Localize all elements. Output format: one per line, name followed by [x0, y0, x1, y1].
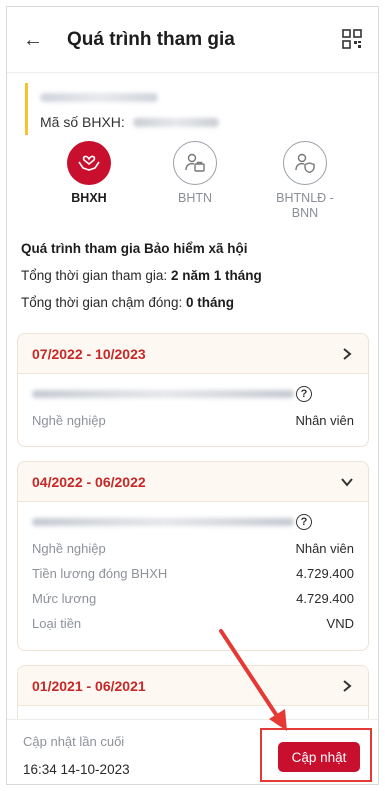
detail-value: VND	[326, 616, 354, 631]
detail-label: Nghề nghiệp	[32, 541, 106, 556]
total-time-value: 2 năm 1 tháng	[170, 268, 262, 283]
user-name-redacted	[40, 93, 158, 102]
person-briefcase-icon	[173, 141, 217, 185]
insurance-type-tabs: BHXH BHTN BHTNLĐ -BNN	[7, 141, 378, 233]
participation-summary: Quá trình tham gia Bảo hiểm xã hội Tổng …	[21, 241, 371, 310]
period-card-header[interactable]: 07/2022 - 10/2023	[18, 334, 368, 374]
chevron-down-icon[interactable]	[340, 475, 354, 489]
total-time-row: Tổng thời gian tham gia: 2 năm 1 tháng	[21, 268, 371, 283]
total-time-label: Tổng thời gian tham gia:	[21, 268, 168, 283]
detail-value: Nhân viên	[295, 413, 354, 428]
period-card-header[interactable]: 01/2021 - 06/2021	[18, 666, 368, 706]
chevron-right-icon[interactable]	[340, 347, 354, 361]
period-card-header[interactable]: 04/2022 - 06/2022	[18, 462, 368, 502]
company-row: ?	[32, 384, 354, 404]
back-arrow-icon[interactable]: ←	[23, 30, 45, 50]
help-circle-icon[interactable]: ?	[296, 514, 312, 530]
period-range: 01/2021 - 06/2021	[32, 677, 146, 694]
bhxh-number-label: Mã số BHXH:	[40, 114, 125, 130]
bhxh-number-row: Mã số BHXH:	[40, 114, 365, 130]
detail-label: Loại tiền	[32, 616, 82, 631]
summary-heading: Quá trình tham gia Bảo hiểm xã hội	[21, 241, 248, 256]
person-shield-icon	[283, 141, 327, 185]
detail-value: Nhân viên	[295, 541, 354, 556]
company-row: ?	[32, 512, 354, 532]
detail-row: Nghề nghiệp Nhân viên	[32, 413, 354, 429]
period-card: 01/2021 - 06/2021	[17, 665, 369, 725]
detail-row: Loại tiền VND	[32, 616, 354, 632]
period-range: 04/2022 - 06/2022	[32, 473, 146, 490]
tab-label: BHXH	[71, 191, 107, 205]
qr-code-icon[interactable]	[342, 29, 362, 49]
detail-row: Mức lương 4.729.400	[32, 591, 354, 607]
last-update-time: 16:34 14-10-2023	[23, 762, 130, 777]
tab-label: BHTN	[177, 191, 213, 205]
late-time-row: Tổng thời gian chậm đóng: 0 tháng	[21, 295, 371, 310]
detail-label: Tiền lương đóng BHXH	[32, 566, 168, 581]
late-time-label: Tổng thời gian chậm đóng:	[21, 295, 183, 310]
page-title: Quá trình tham gia	[67, 28, 235, 50]
bhxh-number-redacted	[132, 117, 219, 127]
period-card: 04/2022 - 06/2022 ? Nghề nghiệp Nhân viê…	[17, 461, 369, 651]
user-info: Mã số BHXH:	[25, 83, 365, 135]
hands-heart-icon	[67, 141, 111, 185]
period-card: 07/2022 - 10/2023 ? Nghề nghiệp Nhân viê…	[17, 333, 369, 447]
last-update-label: Cập nhật lần cuối	[23, 734, 125, 749]
detail-value: 4.729.400	[296, 591, 354, 606]
period-card-body: ? Nghề nghiệp Nhân viên	[18, 374, 368, 429]
detail-label: Nghề nghiệp	[32, 413, 106, 428]
app-screen: ← Quá trình tham gia Mã số BHXH: BHXH BH…	[6, 6, 379, 785]
period-card-body: ? Nghề nghiệp Nhân viên Tiền lương đóng …	[18, 502, 368, 632]
tab-bhtn[interactable]: BHTN	[147, 141, 243, 206]
chevron-right-icon[interactable]	[340, 679, 354, 693]
top-app-bar: ← Quá trình tham gia	[7, 7, 378, 73]
bottom-bar: Cập nhật lần cuối 16:34 14-10-2023 Cập n…	[7, 719, 378, 784]
tab-label: BHTNLĐ -BNN	[276, 191, 334, 220]
help-circle-icon[interactable]: ?	[296, 386, 312, 402]
detail-label: Mức lương	[32, 591, 97, 606]
company-name-redacted	[32, 518, 294, 526]
detail-row: Tiền lương đóng BHXH 4.729.400	[32, 566, 354, 582]
company-name-redacted	[32, 390, 294, 398]
period-range: 07/2022 - 10/2023	[32, 345, 146, 362]
late-time-value: 0 tháng	[185, 295, 234, 310]
detail-value: 4.729.400	[296, 566, 354, 581]
tab-bhxh[interactable]: BHXH	[41, 141, 137, 206]
detail-row: Nghề nghiệp Nhân viên	[32, 541, 354, 557]
tab-bhtnld-bnn[interactable]: BHTNLĐ -BNN	[257, 141, 353, 221]
update-button[interactable]: Cập nhật	[278, 742, 360, 772]
